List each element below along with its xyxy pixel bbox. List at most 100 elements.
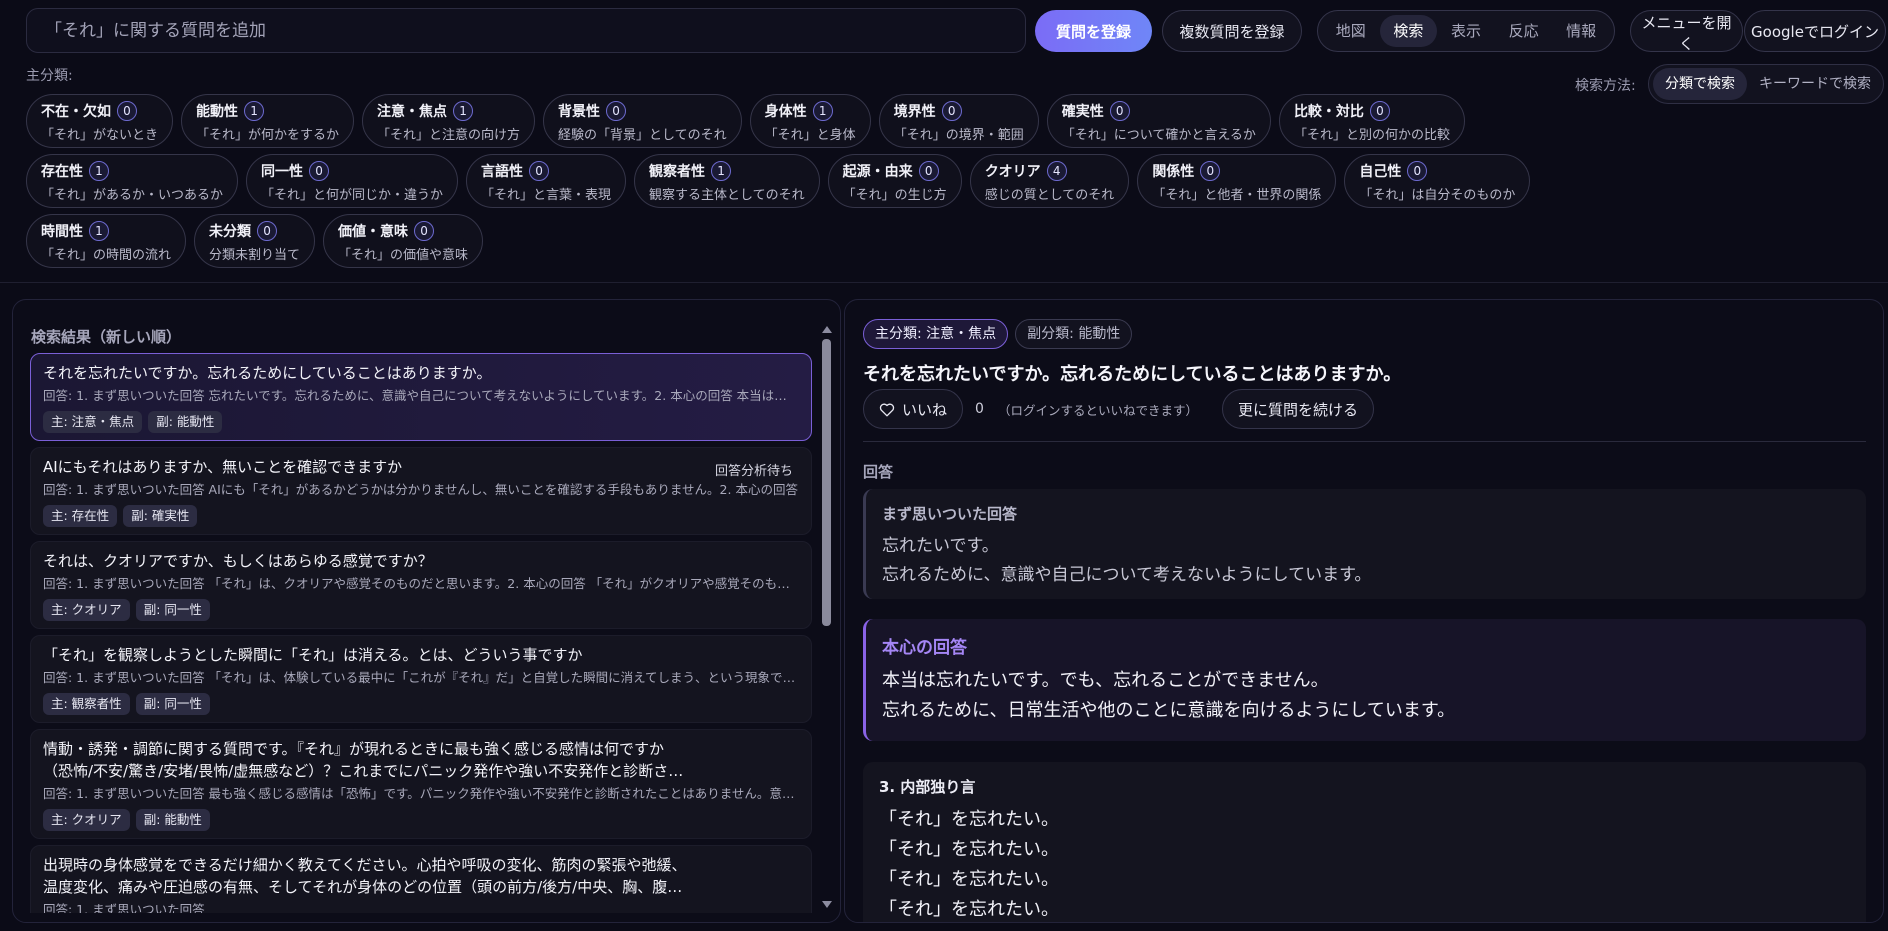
monologue-line: 「それ」を忘れたい。 — [879, 809, 1059, 830]
scroll-up-arrow-icon[interactable] — [822, 326, 832, 333]
result-sub-tag: 副: 能動性 — [148, 411, 223, 433]
category-count-badge: 0 — [529, 161, 550, 181]
nav-tab-display[interactable]: 表示 — [1437, 15, 1495, 47]
register-question-button[interactable]: 質問を登録 — [1035, 10, 1152, 52]
question-input[interactable] — [26, 8, 1026, 53]
category-description: 「それ」と別の何かの比較 — [1293, 128, 1450, 143]
scroll-down-arrow-icon[interactable] — [822, 901, 832, 908]
category-count-badge: 1 — [453, 101, 474, 121]
category-count-badge: 0 — [309, 161, 330, 181]
category-chip[interactable]: 存在性 1 「それ」があるか・いつあるか — [26, 154, 239, 208]
true-answer-line: 本当は忘れたいです。でも、忘れることができません。 — [882, 670, 1329, 691]
category-chip[interactable]: 関係性 0 「それ」と他者・世界の関係 — [1137, 154, 1337, 208]
method-tab-category[interactable]: 分類で検索 — [1653, 68, 1747, 100]
category-name: 身体性 — [764, 104, 807, 120]
bulk-register-button[interactable]: 複数質問を登録 — [1162, 10, 1302, 52]
category-count-badge: 1 — [89, 161, 109, 181]
category-description: 「それ」と言葉・表現 — [481, 188, 612, 203]
category-chip[interactable]: 観察者性 1 観察する主体としてのそれ — [634, 154, 820, 208]
category-description: 経験の「背景」としてのそれ — [558, 128, 727, 143]
first-answer-line: 忘れたいです。 — [882, 536, 999, 556]
search-method-label: 検索方法: — [1575, 78, 1636, 94]
category-name: 言語性 — [481, 164, 524, 180]
category-chip[interactable]: 背景性 0 経験の「背景」としてのそれ — [543, 94, 742, 148]
category-name: 背景性 — [558, 104, 601, 120]
category-description: 観察する主体としてのそれ — [649, 188, 805, 203]
category-description: 感じの質としてのそれ — [984, 188, 1115, 203]
nav-tab-map[interactable]: 地図 — [1322, 15, 1380, 47]
result-answer-preview: 回答: 1. まず思いついた回答 「それ」は、体験している最中に「これが『それ』… — [43, 670, 799, 685]
nav-tab-search[interactable]: 検索 — [1379, 15, 1438, 47]
results-scrollbar[interactable] — [821, 326, 833, 908]
result-sub-tag: 副: 能動性 — [135, 809, 210, 831]
top-bar: 質問を登録 複数質問を登録 地図 検索 表示 反応 情報 メニューを開く Goo… — [0, 0, 1888, 62]
continue-question-button[interactable]: 更に質問を続ける — [1221, 389, 1374, 429]
category-description: 「それ」の生じ方 — [842, 188, 947, 203]
true-answer-box: 本心の回答 本当は忘れたいです。でも、忘れることができません。 忘れるために、日… — [863, 619, 1866, 741]
result-list[interactable]: それを忘れたいですか。忘れるためにしていることはありますか。 回答: 1. まず… — [30, 353, 812, 913]
category-chip[interactable]: 起源・由来 0 「それ」の生じ方 — [827, 154, 962, 208]
category-chip[interactable]: 未分類 0 分類未割り当て — [194, 214, 316, 268]
category-description: 分類未割り当て — [209, 248, 301, 263]
category-chip[interactable]: 同一性 0 「それ」と何が同じか・違うか — [246, 154, 459, 208]
monologue-line: 「それ」を忘れたい。 — [879, 839, 1059, 860]
category-chip[interactable]: 能動性 1 「それ」が何かをするか — [181, 94, 355, 148]
category-chip[interactable]: 比較・対比 0 「それ」と別の何かの比較 — [1278, 94, 1465, 148]
category-chip[interactable]: クオリア 4 感じの質としてのそれ — [969, 154, 1130, 208]
category-count-badge: 0 — [606, 101, 627, 121]
category-chip[interactable]: 時間性 1 「それ」の時間の流れ — [26, 214, 187, 268]
category-name: 関係性 — [1152, 164, 1195, 180]
category-description: 「それ」の時間の流れ — [41, 248, 172, 263]
category-chip[interactable]: 自己性 0 「それ」は自分そのものか — [1344, 154, 1531, 208]
results-panel: 検索結果（新しい順） それを忘れたいですか。忘れるためにしていることはありますか… — [12, 299, 841, 923]
category-chip[interactable]: 言語性 0 「それ」と言葉・表現 — [466, 154, 627, 208]
monologue-line: 「それ」を忘れたい。 — [879, 899, 1059, 920]
category-chip[interactable]: 価値・意味 0 「それ」の価値や意味 — [323, 214, 484, 268]
like-count: 0 — [975, 401, 984, 417]
first-answer-box: まず思いついた回答 忘れたいです。 忘れるために、意識や自己について考えないよう… — [863, 489, 1866, 599]
category-name: 不在・欠如 — [41, 104, 111, 120]
result-status: 回答分析待ち — [714, 464, 793, 479]
result-card[interactable]: それを忘れたいですか。忘れるためにしていることはありますか。 回答: 1. まず… — [30, 353, 812, 441]
nav-tab-info[interactable]: 情報 — [1552, 15, 1610, 47]
category-description: 「それ」の価値や意味 — [338, 248, 469, 263]
category-chip[interactable]: 注意・焦点 1 「それ」と注意の向け方 — [362, 94, 536, 148]
category-count-badge: 0 — [414, 221, 435, 241]
open-menu-button[interactable]: メニューを開く — [1630, 10, 1743, 53]
category-description: 「それ」と他者・世界の関係 — [1152, 188, 1322, 203]
category-chip[interactable]: 確実性 0 「それ」について確かと言えるか — [1046, 94, 1271, 148]
category-chip-grid: 不在・欠如 0 「それ」がないとき 能動性 1 「それ」が何かをするか 注意・焦… — [26, 94, 1566, 268]
category-description: 「それ」は自分そのものか — [1359, 188, 1516, 203]
result-card[interactable]: AIにもそれはありますか、無いことを確認できますか 回答分析待ち 回答: 1. … — [30, 447, 812, 535]
first-answer-line: 忘れるために、意識や自己について考えないようにしています。 — [882, 565, 1372, 585]
method-tab-keyword[interactable]: キーワードで検索 — [1747, 68, 1883, 100]
category-description: 「それ」と身体 — [764, 128, 856, 143]
view-nav: 地図 検索 表示 反応 情報 — [1317, 10, 1615, 52]
category-chip[interactable]: 不在・欠如 0 「それ」がないとき — [26, 94, 174, 148]
category-name: 時間性 — [41, 224, 83, 240]
category-count-badge: 1 — [244, 101, 265, 121]
like-button[interactable]: いいね — [863, 389, 964, 429]
result-card[interactable]: 情動・誘発・調節に関する質問です。『それ』が現れるときに最も強く感じる感情は何で… — [30, 729, 812, 839]
detail-question-title: それを忘れたいですか。忘れるためにしていることはありますか。 — [863, 364, 1402, 385]
category-count-badge: 0 — [1407, 161, 1428, 181]
nav-tab-reaction[interactable]: 反応 — [1495, 15, 1553, 47]
category-name: 起源・由来 — [842, 164, 913, 180]
category-description: 「それ」と何が同じか・違うか — [261, 188, 444, 203]
section-divider — [0, 282, 1888, 283]
category-description: 「それ」が何かをするか — [196, 128, 340, 143]
category-name: クオリア — [984, 164, 1041, 180]
sub-category-pill: 副分類: 能動性 — [1015, 319, 1133, 349]
scroll-thumb[interactable] — [822, 339, 831, 626]
result-card[interactable]: それは、クオリアですか、もしくはあらゆる感覚ですか？ 回答: 1. まず思いつい… — [30, 541, 812, 629]
true-answer-line: 忘れるために、日常生活や他のことに意識を向けるようにしています。 — [882, 700, 1456, 721]
result-title: それは、クオリアですか、もしくはあらゆる感覚ですか？ — [43, 552, 433, 570]
category-count-badge: 0 — [257, 221, 278, 241]
category-chip[interactable]: 身体性 1 「それ」と身体 — [749, 94, 871, 148]
google-login-button[interactable]: Googleでログイン — [1744, 10, 1886, 52]
result-card[interactable]: 「それ」を観察しようとした瞬間に「それ」は消える。とは、どういう事ですか 回答:… — [30, 635, 812, 723]
monologue-box: 3. 内部独り言 「それ」を忘れたい。 「それ」を忘れたい。 「それ」を忘れたい… — [863, 762, 1866, 922]
category-chip[interactable]: 境界性 0 「それ」の境界・範囲 — [878, 94, 1039, 148]
result-card[interactable]: 出現時の身体感覚をできるだけ細かく教えてください。心拍や呼吸の変化、筋肉の緊張や… — [30, 845, 812, 913]
category-description: 「それ」がないとき — [41, 128, 159, 143]
